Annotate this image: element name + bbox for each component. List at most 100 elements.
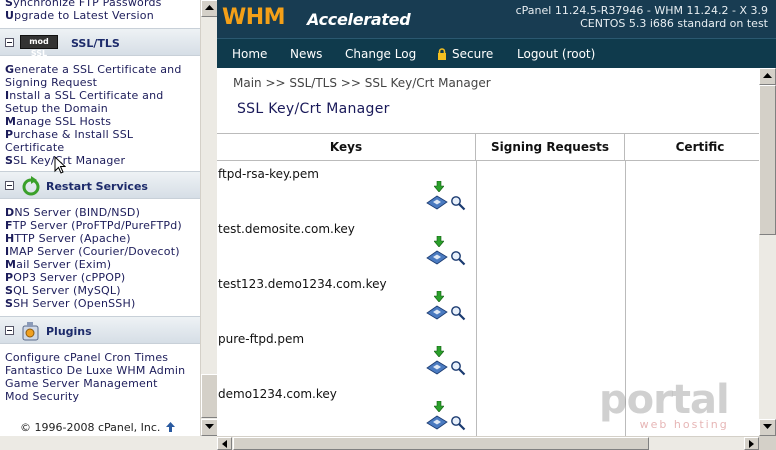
scroll-thumb[interactable]	[759, 85, 776, 235]
menu-link-upgrade[interactable]: Upgrade to Latest Version	[0, 9, 200, 22]
arrow-down-icon	[205, 424, 214, 429]
disk-icon[interactable]	[425, 304, 449, 320]
menu-link-pop3-server[interactable]: POP3 Server (cPPOP)	[0, 271, 200, 284]
column-header-signing-requests: Signing Requests	[476, 134, 625, 160]
magnifier-icon[interactable]	[450, 360, 466, 376]
scrollbar-corner	[759, 436, 776, 450]
menu-link-imap-server[interactable]: IMAP Server (Courier/Dovecot)	[0, 245, 200, 258]
whm-logo: WHM	[222, 5, 286, 30]
column-header-certificates: Certific	[675, 140, 725, 154]
key-actions	[425, 181, 477, 217]
magnifier-icon[interactable]	[450, 305, 466, 321]
menu-link-purchase-ssl[interactable]: Purchase & Install SSL	[0, 128, 200, 141]
key-name: demo1234.com.key	[218, 387, 337, 401]
key-actions	[425, 401, 477, 437]
key-name: pure-ftpd.pem	[218, 332, 305, 346]
arrow-right-icon	[749, 440, 754, 448]
left-menu: Synchronize FTP Passwords Upgrade to Lat…	[0, 0, 200, 403]
key-actions	[425, 346, 477, 382]
menu-link-ssh-server[interactable]: SSH Server (OpenSSH)	[0, 297, 200, 310]
disk-icon[interactable]	[425, 414, 449, 430]
download-arrow-icon[interactable]	[434, 236, 444, 247]
key-actions	[425, 291, 477, 327]
nav-home[interactable]: Home	[232, 47, 267, 61]
nav-secure[interactable]: Secure	[452, 47, 493, 61]
menu-link-mod-security[interactable]: Mod Security	[0, 390, 200, 403]
scroll-thumb[interactable]	[233, 437, 649, 450]
menu-link-purchase-ssl-cont[interactable]: Certificate	[0, 141, 200, 154]
collapse-icon[interactable]	[5, 181, 14, 190]
arrow-up-icon	[763, 73, 772, 78]
menu-link-generate-ssl-cont[interactable]: Signing Request	[0, 76, 200, 89]
menu-link-http-server[interactable]: HTTP Server (Apache)	[0, 232, 200, 245]
scroll-thumb[interactable]	[201, 374, 217, 418]
scroll-down-button[interactable]	[201, 419, 217, 436]
scroll-left-button[interactable]	[217, 437, 232, 450]
modssl-icon: mod SSL	[20, 35, 58, 58]
section-header-restart[interactable]: Restart Services	[0, 171, 200, 199]
key-name: test.demosite.com.key	[218, 222, 355, 236]
watermark-logo: portal	[599, 377, 730, 423]
nav-news[interactable]: News	[290, 47, 322, 61]
menu-link-manage-ssl-hosts[interactable]: Manage SSL Hosts	[0, 115, 200, 128]
menu-link-install-ssl-cont[interactable]: Setup the Domain	[0, 102, 200, 115]
magnifier-icon[interactable]	[450, 415, 466, 431]
disk-icon[interactable]	[425, 359, 449, 375]
collapse-icon[interactable]	[5, 326, 14, 335]
scroll-up-button[interactable]	[759, 68, 776, 85]
menu-link-sync-ftp[interactable]: Synchronize FTP Passwords	[0, 0, 200, 9]
download-arrow-icon[interactable]	[434, 181, 444, 192]
top-nav: Home News Change Log Secure Logout (root…	[217, 38, 776, 68]
left-horizontal-scrollbar[interactable]	[0, 436, 217, 450]
header-banner: WHM Accelerated cPanel 11.24.5-R37946 - …	[217, 0, 776, 38]
menu-link-cron-times[interactable]: Configure cPanel Cron Times	[0, 351, 200, 364]
key-name: test123.demo1234.com.key	[218, 277, 387, 291]
main-vertical-scrollbar[interactable]	[759, 68, 776, 436]
collapse-icon[interactable]	[5, 38, 14, 47]
left-frame: Synchronize FTP Passwords Upgrade to Lat…	[0, 0, 217, 450]
lock-icon	[438, 48, 446, 60]
whm-logo-accelerated: Accelerated	[307, 10, 411, 29]
section-title-plugins: Plugins	[46, 325, 92, 338]
watermark: portal web hosting	[599, 377, 730, 431]
menu-link-fantastico[interactable]: Fantastico De Luxe WHM Admin	[0, 364, 200, 377]
version-text: cPanel 11.24.5-R37946 - WHM 11.24.2 - X …	[515, 4, 768, 17]
key-name: ftpd-rsa-key.pem	[218, 167, 319, 181]
download-arrow-icon[interactable]	[434, 401, 444, 412]
mouse-cursor-icon	[54, 156, 66, 174]
section-header-ssl[interactable]: mod SSL SSL/TLS	[0, 28, 200, 58]
table-header: Keys Signing Requests Certific	[217, 133, 759, 161]
main-horizontal-scrollbar[interactable]	[217, 436, 759, 450]
arrow-down-icon	[763, 424, 772, 429]
menu-link-install-ssl[interactable]: Install a SSL Certificate and	[0, 89, 200, 102]
page-title: SSL Key/Crt Manager	[237, 101, 390, 117]
magnifier-icon[interactable]	[450, 195, 466, 211]
menu-link-generate-ssl[interactable]: Generate a SSL Certificate and	[0, 63, 200, 76]
scroll-right-button[interactable]	[744, 437, 759, 450]
server-info-text: CENTOS 5.3 i686 standard on test	[580, 17, 768, 30]
menu-link-mail-server[interactable]: Mail Server (Exim)	[0, 258, 200, 271]
menu-link-ssl-key-crt-manager[interactable]: SSL Key/Crt Manager	[0, 154, 200, 167]
main-frame: WHM Accelerated cPanel 11.24.5-R37946 - …	[217, 0, 776, 450]
menu-link-sql-server[interactable]: SQL Server (MySQL)	[0, 284, 200, 297]
arrow-up-icon[interactable]	[165, 422, 175, 432]
arrow-left-icon	[222, 440, 227, 448]
column-header-keys: Keys	[217, 134, 476, 160]
nav-change-log[interactable]: Change Log	[345, 47, 416, 61]
menu-link-dns-server[interactable]: DNS Server (BIND/NSD)	[0, 206, 200, 219]
section-header-plugins[interactable]: Plugins	[0, 316, 200, 344]
arrow-up-icon	[205, 5, 214, 10]
section-title-ssl: SSL/TLS	[71, 37, 120, 50]
disk-icon[interactable]	[425, 249, 449, 265]
download-arrow-icon[interactable]	[434, 291, 444, 302]
menu-link-game-server[interactable]: Game Server Management	[0, 377, 200, 390]
scroll-down-button[interactable]	[759, 419, 776, 436]
magnifier-icon[interactable]	[450, 250, 466, 266]
disk-icon[interactable]	[425, 194, 449, 210]
left-vertical-scrollbar[interactable]	[200, 0, 217, 436]
download-arrow-icon[interactable]	[434, 346, 444, 357]
menu-link-ftp-server[interactable]: FTP Server (ProFTPd/PureFTPd)	[0, 219, 200, 232]
copyright-text: © 1996-2008 cPanel, Inc.	[20, 421, 175, 434]
scroll-up-button[interactable]	[201, 0, 217, 17]
nav-logout[interactable]: Logout (root)	[517, 47, 595, 61]
